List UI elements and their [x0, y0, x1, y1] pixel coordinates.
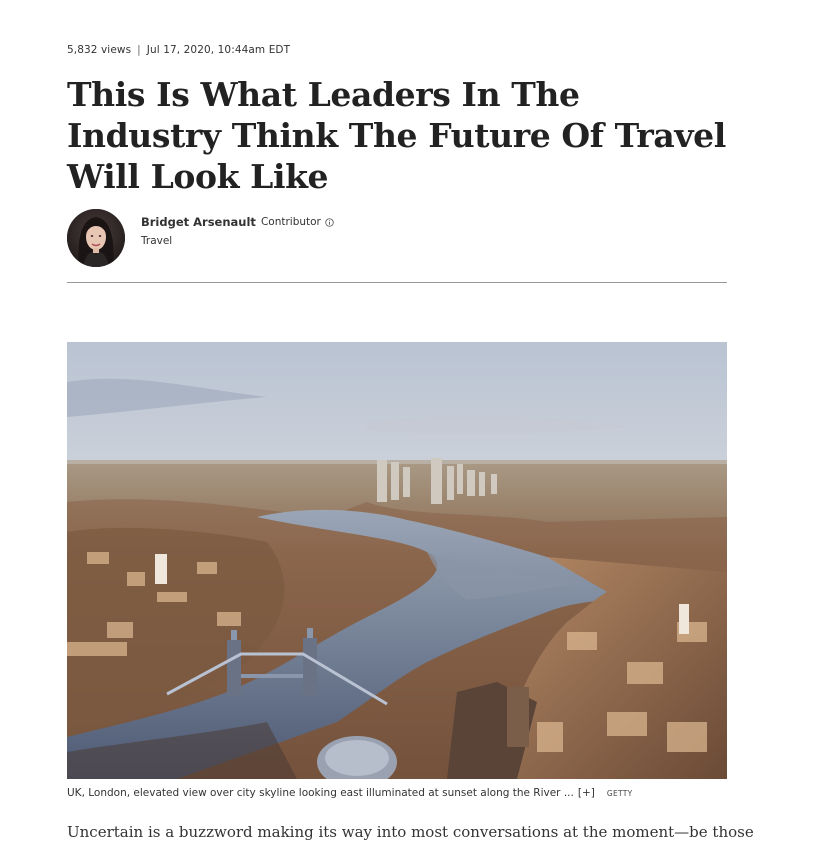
author-row: Bridget Arsenault Contributor [141, 215, 334, 229]
image-credit: GETTY [606, 789, 633, 798]
header-divider [67, 282, 727, 283]
article-meta: 5,832 views | Jul 17, 2020, 10:44am EDT [67, 44, 290, 56]
image-caption: UK, London, elevated view over city skyl… [67, 787, 633, 799]
author-avatar[interactable] [67, 209, 125, 267]
publish-date: Jul 17, 2020, 10:44am EDT [146, 44, 291, 56]
info-circle-icon[interactable] [325, 217, 334, 227]
london-skyline-image [67, 342, 727, 779]
article-body-paragraph: Uncertain is a buzzword making its way i… [67, 823, 754, 841]
caption-expand-button[interactable]: [+] [578, 787, 595, 799]
hero-image[interactable] [67, 342, 727, 779]
meta-separator: | [137, 44, 141, 56]
author-role: Contributor [260, 216, 321, 228]
view-count: 5,832 views [67, 44, 132, 56]
author-info: Bridget Arsenault Contributor Travel [141, 215, 334, 247]
avatar-image [67, 209, 125, 267]
caption-text: UK, London, elevated view over city skyl… [67, 787, 574, 799]
author-block: Bridget Arsenault Contributor Travel [67, 209, 334, 267]
article-headline: This Is What Leaders In The Industry Thi… [67, 75, 726, 196]
channel-link[interactable]: Travel [141, 235, 334, 247]
author-name-link[interactable]: Bridget Arsenault [141, 215, 256, 229]
